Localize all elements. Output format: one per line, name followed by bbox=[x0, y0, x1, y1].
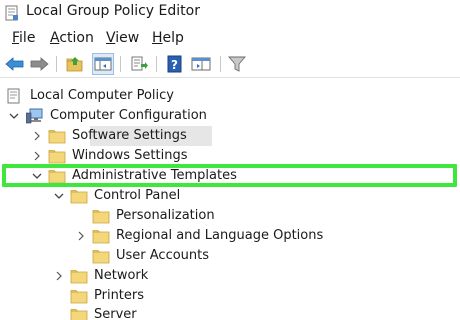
toolbar-separator bbox=[56, 56, 57, 72]
help-icon: ? bbox=[167, 55, 182, 73]
computer-icon bbox=[26, 108, 43, 124]
menu-action-label: ction bbox=[59, 30, 94, 46]
back-button[interactable] bbox=[4, 53, 26, 75]
tree-node-regional-language-options[interactable]: Regional and Language Options bbox=[92, 226, 323, 246]
menu-view-label: iew bbox=[115, 30, 140, 46]
tree-node-label: Server bbox=[94, 307, 137, 320]
title-bar: Local Group Policy Editor bbox=[0, 0, 460, 27]
menu-help-accelerator: H bbox=[152, 30, 163, 46]
chevron-right-icon[interactable] bbox=[32, 151, 42, 161]
filter-icon bbox=[228, 56, 246, 72]
forward-button[interactable] bbox=[28, 53, 50, 75]
toolbar: ? bbox=[0, 50, 460, 78]
show-hide-tree-icon bbox=[94, 57, 112, 71]
tree-node-label: Network bbox=[94, 268, 149, 283]
folder-icon bbox=[48, 149, 66, 163]
folder-icon bbox=[70, 269, 88, 283]
window-title: Local Group Policy Editor bbox=[26, 3, 200, 19]
toolbar-separator bbox=[120, 56, 121, 72]
menu-view[interactable]: View bbox=[106, 30, 139, 46]
tree-node-label: Local Computer Policy bbox=[30, 88, 174, 103]
tree-node-printers[interactable]: Printers bbox=[70, 286, 144, 306]
chevron-right-icon[interactable] bbox=[76, 231, 86, 241]
properties-icon bbox=[191, 57, 211, 71]
menu-file-label: ile bbox=[19, 30, 36, 46]
tree-node-label: Regional and Language Options bbox=[116, 228, 324, 243]
tree-node-local-computer-policy[interactable]: Local Computer Policy bbox=[6, 86, 174, 106]
folder-icon bbox=[92, 209, 110, 223]
green-highlight-box bbox=[2, 164, 457, 187]
group-policy-app-icon bbox=[5, 5, 18, 21]
toolbar-separator bbox=[156, 56, 157, 72]
menu-file[interactable]: File bbox=[12, 30, 35, 46]
tree-node-software-settings[interactable]: Software Settings bbox=[48, 126, 187, 146]
tree-node-computer-configuration[interactable]: Computer Configuration bbox=[26, 106, 207, 126]
chevron-down-icon[interactable] bbox=[54, 191, 64, 201]
chevron-right-icon[interactable] bbox=[32, 131, 42, 141]
tree-node-label: Computer Configuration bbox=[50, 108, 207, 123]
back-arrow-icon bbox=[5, 57, 24, 71]
up-one-level-button[interactable] bbox=[64, 53, 86, 75]
properties-button[interactable] bbox=[190, 53, 212, 75]
tree-node-label: User Accounts bbox=[116, 248, 210, 263]
menu-bar: File Action View Help bbox=[0, 28, 460, 48]
tree-node-windows-settings[interactable]: Windows Settings bbox=[48, 146, 187, 166]
show-hide-tree-button[interactable] bbox=[92, 53, 114, 75]
tree-node-server[interactable]: Server bbox=[70, 305, 137, 320]
menu-help[interactable]: Help bbox=[152, 30, 184, 46]
tree-node-network[interactable]: Network bbox=[70, 266, 148, 286]
tree-node-user-accounts[interactable]: User Accounts bbox=[92, 246, 209, 266]
help-button[interactable]: ? bbox=[164, 53, 186, 75]
folder-icon bbox=[70, 289, 88, 303]
folder-icon bbox=[92, 249, 110, 263]
policy-document-icon bbox=[7, 88, 20, 104]
tree-node-label: Control Panel bbox=[94, 188, 181, 203]
tree-node-label: Windows Settings bbox=[72, 148, 188, 163]
tree-node-control-panel[interactable]: Control Panel bbox=[70, 186, 180, 206]
export-list-button[interactable] bbox=[128, 53, 150, 75]
filter-button[interactable] bbox=[226, 53, 248, 75]
menu-action[interactable]: Action bbox=[50, 30, 94, 46]
tree-node-label: Printers bbox=[94, 288, 145, 303]
tree-node-label: Software Settings bbox=[72, 128, 187, 143]
menu-help-label: elp bbox=[162, 30, 184, 46]
chevron-right-icon[interactable] bbox=[54, 271, 64, 281]
toolbar-separator bbox=[220, 56, 221, 72]
folder-open-icon bbox=[70, 189, 88, 203]
menu-file-accelerator: F bbox=[12, 30, 20, 46]
svg-text:?: ? bbox=[171, 58, 178, 72]
chevron-down-icon[interactable] bbox=[9, 111, 19, 121]
folder-icon bbox=[92, 229, 110, 243]
tree-node-label: Personalization bbox=[116, 208, 215, 223]
folder-icon bbox=[70, 308, 88, 320]
forward-arrow-icon bbox=[30, 57, 49, 71]
export-list-icon bbox=[131, 56, 148, 71]
tree-node-personalization[interactable]: Personalization bbox=[92, 206, 215, 226]
folder-icon bbox=[48, 129, 66, 143]
menu-view-accelerator: V bbox=[106, 30, 116, 46]
menu-action-accelerator: A bbox=[50, 30, 60, 46]
up-folder-icon bbox=[66, 57, 83, 72]
